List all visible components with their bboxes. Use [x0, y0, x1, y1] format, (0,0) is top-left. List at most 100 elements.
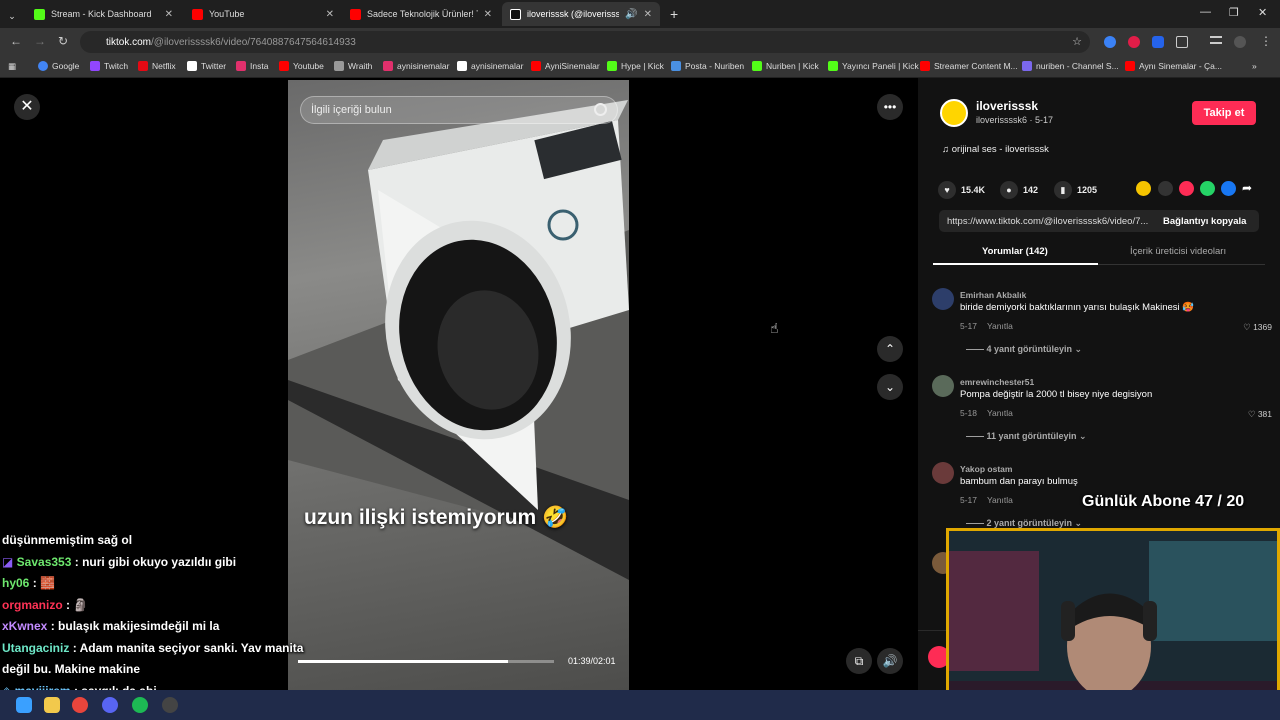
tab-search-dropdown-button[interactable]: ⌄ — [0, 4, 24, 28]
share-friends-icon[interactable] — [1136, 181, 1151, 196]
tab-youtube[interactable]: YouTube ✕ — [184, 2, 342, 26]
close-tab-icon[interactable]: ✕ — [165, 9, 173, 20]
bookmark-label: Aynı Sinemalar - Ça... — [1139, 61, 1222, 71]
audio-playing-icon[interactable]: 🔊 — [625, 9, 637, 20]
bookmark-youtube[interactable]: Youtube — [279, 61, 324, 71]
bookmark-yayinci-paneli[interactable]: Yayıncı Paneli | Kick — [828, 61, 919, 71]
youtube-favicon-icon — [350, 8, 361, 20]
more-bookmarks-icon[interactable]: » — [1252, 61, 1257, 71]
commenter-avatar[interactable] — [932, 288, 954, 310]
windows-start-icon[interactable] — [16, 697, 32, 713]
comment-like-button[interactable]: ♡ 1369 — [1243, 322, 1272, 333]
google-icon — [38, 61, 48, 71]
comment-like-button[interactable]: ♡ 381 — [1248, 409, 1272, 420]
comment-date: 5-17 — [960, 495, 978, 505]
extension-icon[interactable] — [1128, 36, 1140, 48]
bookmark-posta[interactable]: Posta - Nuriben — [671, 61, 744, 71]
bookmark-aynisinemalar-yt[interactable]: AyniSinemalar — [531, 61, 600, 71]
save-button[interactable]: ▮ 1205 — [1054, 181, 1097, 199]
creator-avatar[interactable] — [940, 99, 968, 127]
obs-icon[interactable] — [162, 697, 178, 713]
close-tab-icon[interactable]: ✕ — [484, 9, 492, 20]
bookmark-netflix[interactable]: Netflix — [138, 61, 176, 71]
commenter-name[interactable]: emrewinchester51 — [960, 377, 1034, 387]
tab-tiktok[interactable]: iloverisssk (@iloverissssk6) | 🔊 ✕ — [502, 2, 660, 26]
whatsapp-icon[interactable] — [1200, 181, 1215, 196]
forward-arrow-icon[interactable]: → — [34, 34, 46, 48]
minimize-window-button[interactable]: — — [1200, 6, 1211, 18]
send-icon[interactable] — [1179, 181, 1194, 196]
like-count: 15.4K — [961, 185, 986, 195]
picture-in-picture-icon[interactable]: ⧉ — [846, 648, 872, 674]
close-tab-icon[interactable]: ✕ — [644, 9, 652, 20]
music-link[interactable]: ♫ orijinal ses - iloverisssk — [942, 144, 1049, 155]
reload-icon[interactable]: ↻ — [58, 34, 68, 48]
commenter-name[interactable]: Emirhan Akbalık — [960, 290, 1026, 300]
bookmark-hype-kick[interactable]: Hype | Kick — [607, 61, 664, 71]
reply-button[interactable]: Yanıtla — [987, 408, 1013, 418]
bookmark-wraith[interactable]: Wraith — [334, 61, 372, 71]
extensions-puzzle-icon[interactable] — [1176, 36, 1188, 48]
bookmark-streamer-content[interactable]: Streamer Content M... — [920, 61, 1018, 71]
close-icon[interactable]: ✕ — [14, 94, 40, 120]
video-link-url[interactable]: https://www.tiktok.com/@iloverissssk6/vi… — [947, 216, 1155, 227]
follow-button[interactable]: Takip et — [1192, 101, 1256, 125]
creator-username[interactable]: iloverisssk — [976, 99, 1038, 113]
discord-icon[interactable] — [102, 697, 118, 713]
view-replies-label: 11 yanıt görüntüleyin — [986, 431, 1077, 441]
embed-code-icon[interactable] — [1158, 181, 1173, 196]
maximize-window-button[interactable]: ❐ — [1229, 6, 1239, 19]
commenter-avatar[interactable] — [932, 375, 954, 397]
address-bar[interactable]: tiktok.com/@iloverissssk6/video/76408876… — [80, 31, 1090, 53]
previous-video-chevron-up-icon[interactable]: ⌃ — [877, 336, 903, 362]
new-tab-button[interactable]: + — [662, 2, 682, 26]
more-options-icon[interactable]: ••• — [877, 94, 903, 120]
copy-link-button[interactable]: Bağlantıyı kopyala — [1163, 216, 1246, 227]
reply-button[interactable]: Yanıtla — [987, 321, 1013, 331]
extension-icon[interactable] — [1104, 36, 1116, 48]
bookmark-star-icon[interactable]: ☆ — [1072, 35, 1082, 48]
share-arrow-icon[interactable]: ➦ — [1242, 181, 1257, 196]
close-tab-icon[interactable]: ✕ — [326, 9, 334, 20]
view-replies-button[interactable]: —— 11 yanıt görüntüleyin ⌄ — [966, 431, 1087, 442]
bookmark-aynisinemalar-insta[interactable]: aynisinemalar — [383, 61, 449, 71]
bookmark-insta[interactable]: Insta — [236, 61, 268, 71]
tab-kick-dashboard[interactable]: Stream - Kick Dashboard ✕ — [26, 2, 181, 26]
more-menu-icon[interactable]: ⋮ — [1260, 34, 1272, 48]
bookmark-google[interactable]: Google — [38, 61, 79, 71]
search-input[interactable]: İlgili içeriği bulun — [300, 96, 618, 124]
next-video-chevron-down-icon[interactable]: ⌄ — [877, 374, 903, 400]
back-arrow-icon[interactable]: ← — [10, 34, 22, 48]
commenter-avatar[interactable] — [932, 462, 954, 484]
bookmark-twitch[interactable]: Twitch — [90, 61, 128, 71]
file-explorer-icon[interactable] — [44, 697, 60, 713]
search-icon[interactable] — [594, 103, 607, 116]
tab-teknoloji[interactable]: Sadece Teknolojik Ürünler! Top ✕ — [342, 2, 500, 26]
video-progress-bar[interactable] — [298, 660, 554, 663]
facebook-icon[interactable] — [1221, 181, 1236, 196]
like-button[interactable]: ♥ 15.4K — [938, 181, 985, 199]
close-window-button[interactable]: ✕ — [1258, 6, 1267, 19]
reply-button[interactable]: Yanıtla — [987, 495, 1013, 505]
volume-icon[interactable]: 🔊 — [877, 648, 903, 674]
shield-extension-icon[interactable] — [1152, 36, 1164, 48]
commenter-name[interactable]: Yakop ostam — [960, 464, 1012, 474]
bookmark-nuriben-kick[interactable]: Nuriben | Kick — [752, 61, 819, 71]
bookmark-ayni-sinemalar[interactable]: Aynı Sinemalar - Ça... — [1125, 61, 1222, 71]
apps-grid-icon[interactable]: ▦ — [8, 61, 16, 72]
spotify-icon[interactable] — [132, 697, 148, 713]
bookmark-twitter[interactable]: Twitter — [187, 61, 226, 71]
chrome-icon[interactable] — [72, 697, 88, 713]
bookmark-nuriben-channel[interactable]: nuriben - Channel S... — [1022, 61, 1119, 71]
windows-taskbar — [0, 690, 1280, 720]
profile-avatar[interactable] — [1234, 36, 1246, 48]
video-player[interactable]: İlgili içeriği bulun uzun ilişki istemiy… — [288, 80, 629, 690]
video-timecode: 01:39/02:01 — [568, 656, 616, 666]
tab-creator-videos[interactable]: İçerik üreticisi videoları — [1130, 246, 1226, 257]
media-controls-icon[interactable] — [1210, 36, 1222, 44]
view-replies-button[interactable]: —— 4 yanıt görüntüleyin ⌄ — [966, 344, 1082, 355]
comment-button[interactable]: ● 142 — [1000, 181, 1038, 199]
bookmark-aynisinemalar-x[interactable]: aynisinemalar — [457, 61, 523, 71]
tab-comments[interactable]: Yorumlar (142) — [982, 246, 1048, 257]
chat-username: Savas353 — [16, 554, 72, 569]
